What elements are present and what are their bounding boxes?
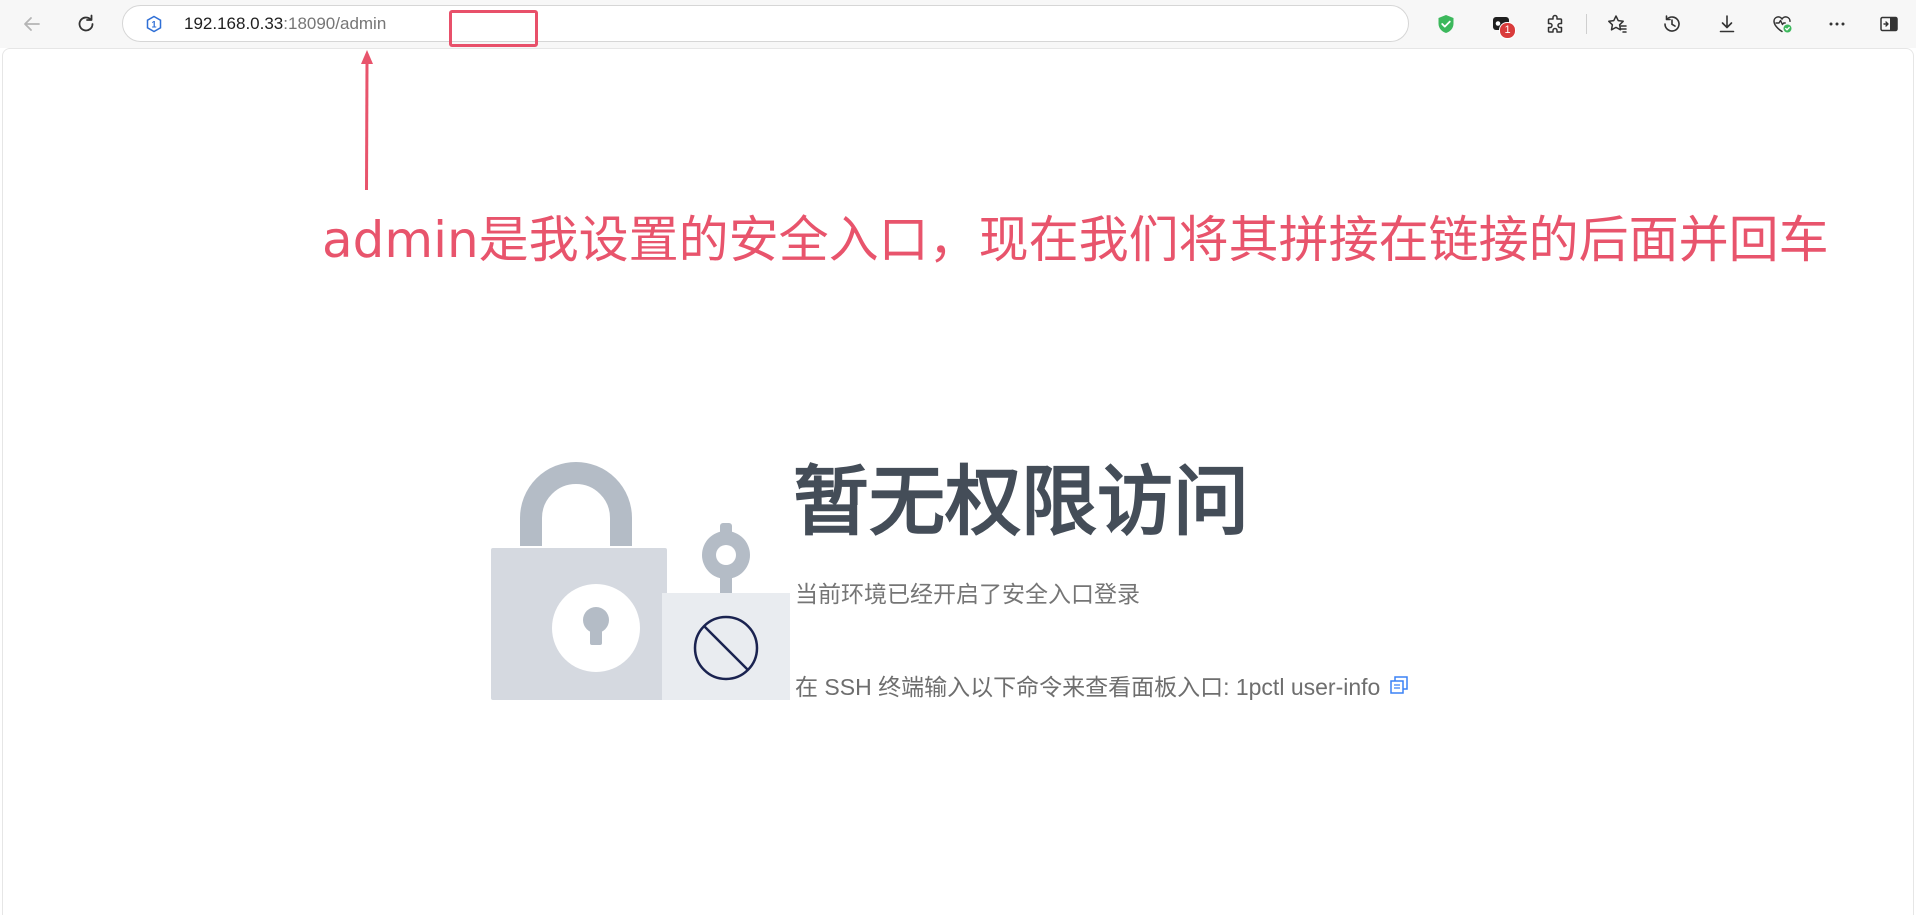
- ssh-hint-row: 在 SSH 终端输入以下命令来查看面板入口: 1pctl user-info: [795, 668, 1409, 702]
- browser-essentials-button[interactable]: [1764, 6, 1800, 42]
- puzzle-icon: [1547, 14, 1563, 33]
- url-highlight-box: [449, 10, 538, 47]
- url-path: /admin: [335, 14, 387, 33]
- extension-badge-button[interactable]: 1: [1483, 6, 1519, 42]
- copy-icon[interactable]: [1389, 675, 1409, 695]
- downloads-button[interactable]: [1709, 6, 1745, 42]
- svg-text:1: 1: [151, 20, 156, 30]
- forbidden-icon: [662, 593, 790, 700]
- extension-badge-count: 1: [1499, 22, 1516, 39]
- more-icon: [1829, 22, 1845, 26]
- annotation-text: admin是我设置的安全入口，现在我们将其拼接在链接的后面并回车: [322, 211, 1829, 269]
- address-bar[interactable]: 1 192.168.0.33:18090/admin: [122, 5, 1409, 47]
- toolbar-separator: [1586, 14, 1587, 34]
- favorites-button[interactable]: [1599, 6, 1635, 42]
- back-icon: [24, 17, 40, 31]
- sidebar-icon: [1880, 16, 1898, 32]
- page-description: 当前环境已经开启了安全入口登录: [795, 582, 1140, 608]
- url-text[interactable]: 192.168.0.33:18090/admin: [184, 6, 386, 41]
- key-icon: [702, 523, 750, 597]
- history-icon: [1664, 15, 1680, 32]
- history-button[interactable]: [1654, 6, 1690, 42]
- padlock-icon: [491, 462, 667, 700]
- browser-essentials-icon: [1773, 16, 1792, 33]
- page-title: 暂无权限访问: [793, 457, 1249, 546]
- browser-toolbar: 1 192.168.0.33:18090/admin 1: [0, 0, 1916, 48]
- browser-guard-button[interactable]: [1428, 6, 1464, 42]
- favorites-icon: [1608, 15, 1627, 33]
- refresh-icon: [78, 14, 94, 32]
- more-button[interactable]: [1819, 6, 1855, 42]
- url-port: :18090: [283, 14, 336, 33]
- ssh-hint-text: 在 SSH 终端输入以下命令来查看面板入口: 1pctl user-info: [795, 674, 1381, 700]
- lock-illustration: [491, 462, 790, 700]
- annotation-arrow: [361, 50, 373, 191]
- shield-check-icon: [1438, 15, 1454, 33]
- download-icon: [1719, 15, 1735, 33]
- site-info-icon[interactable]: 1: [145, 15, 163, 33]
- url-host: 192.168.0.33: [184, 14, 284, 33]
- sidebar-button[interactable]: [1871, 6, 1907, 42]
- refresh-button[interactable]: [68, 6, 104, 42]
- back-button[interactable]: [14, 6, 50, 42]
- extensions-button[interactable]: [1538, 6, 1574, 42]
